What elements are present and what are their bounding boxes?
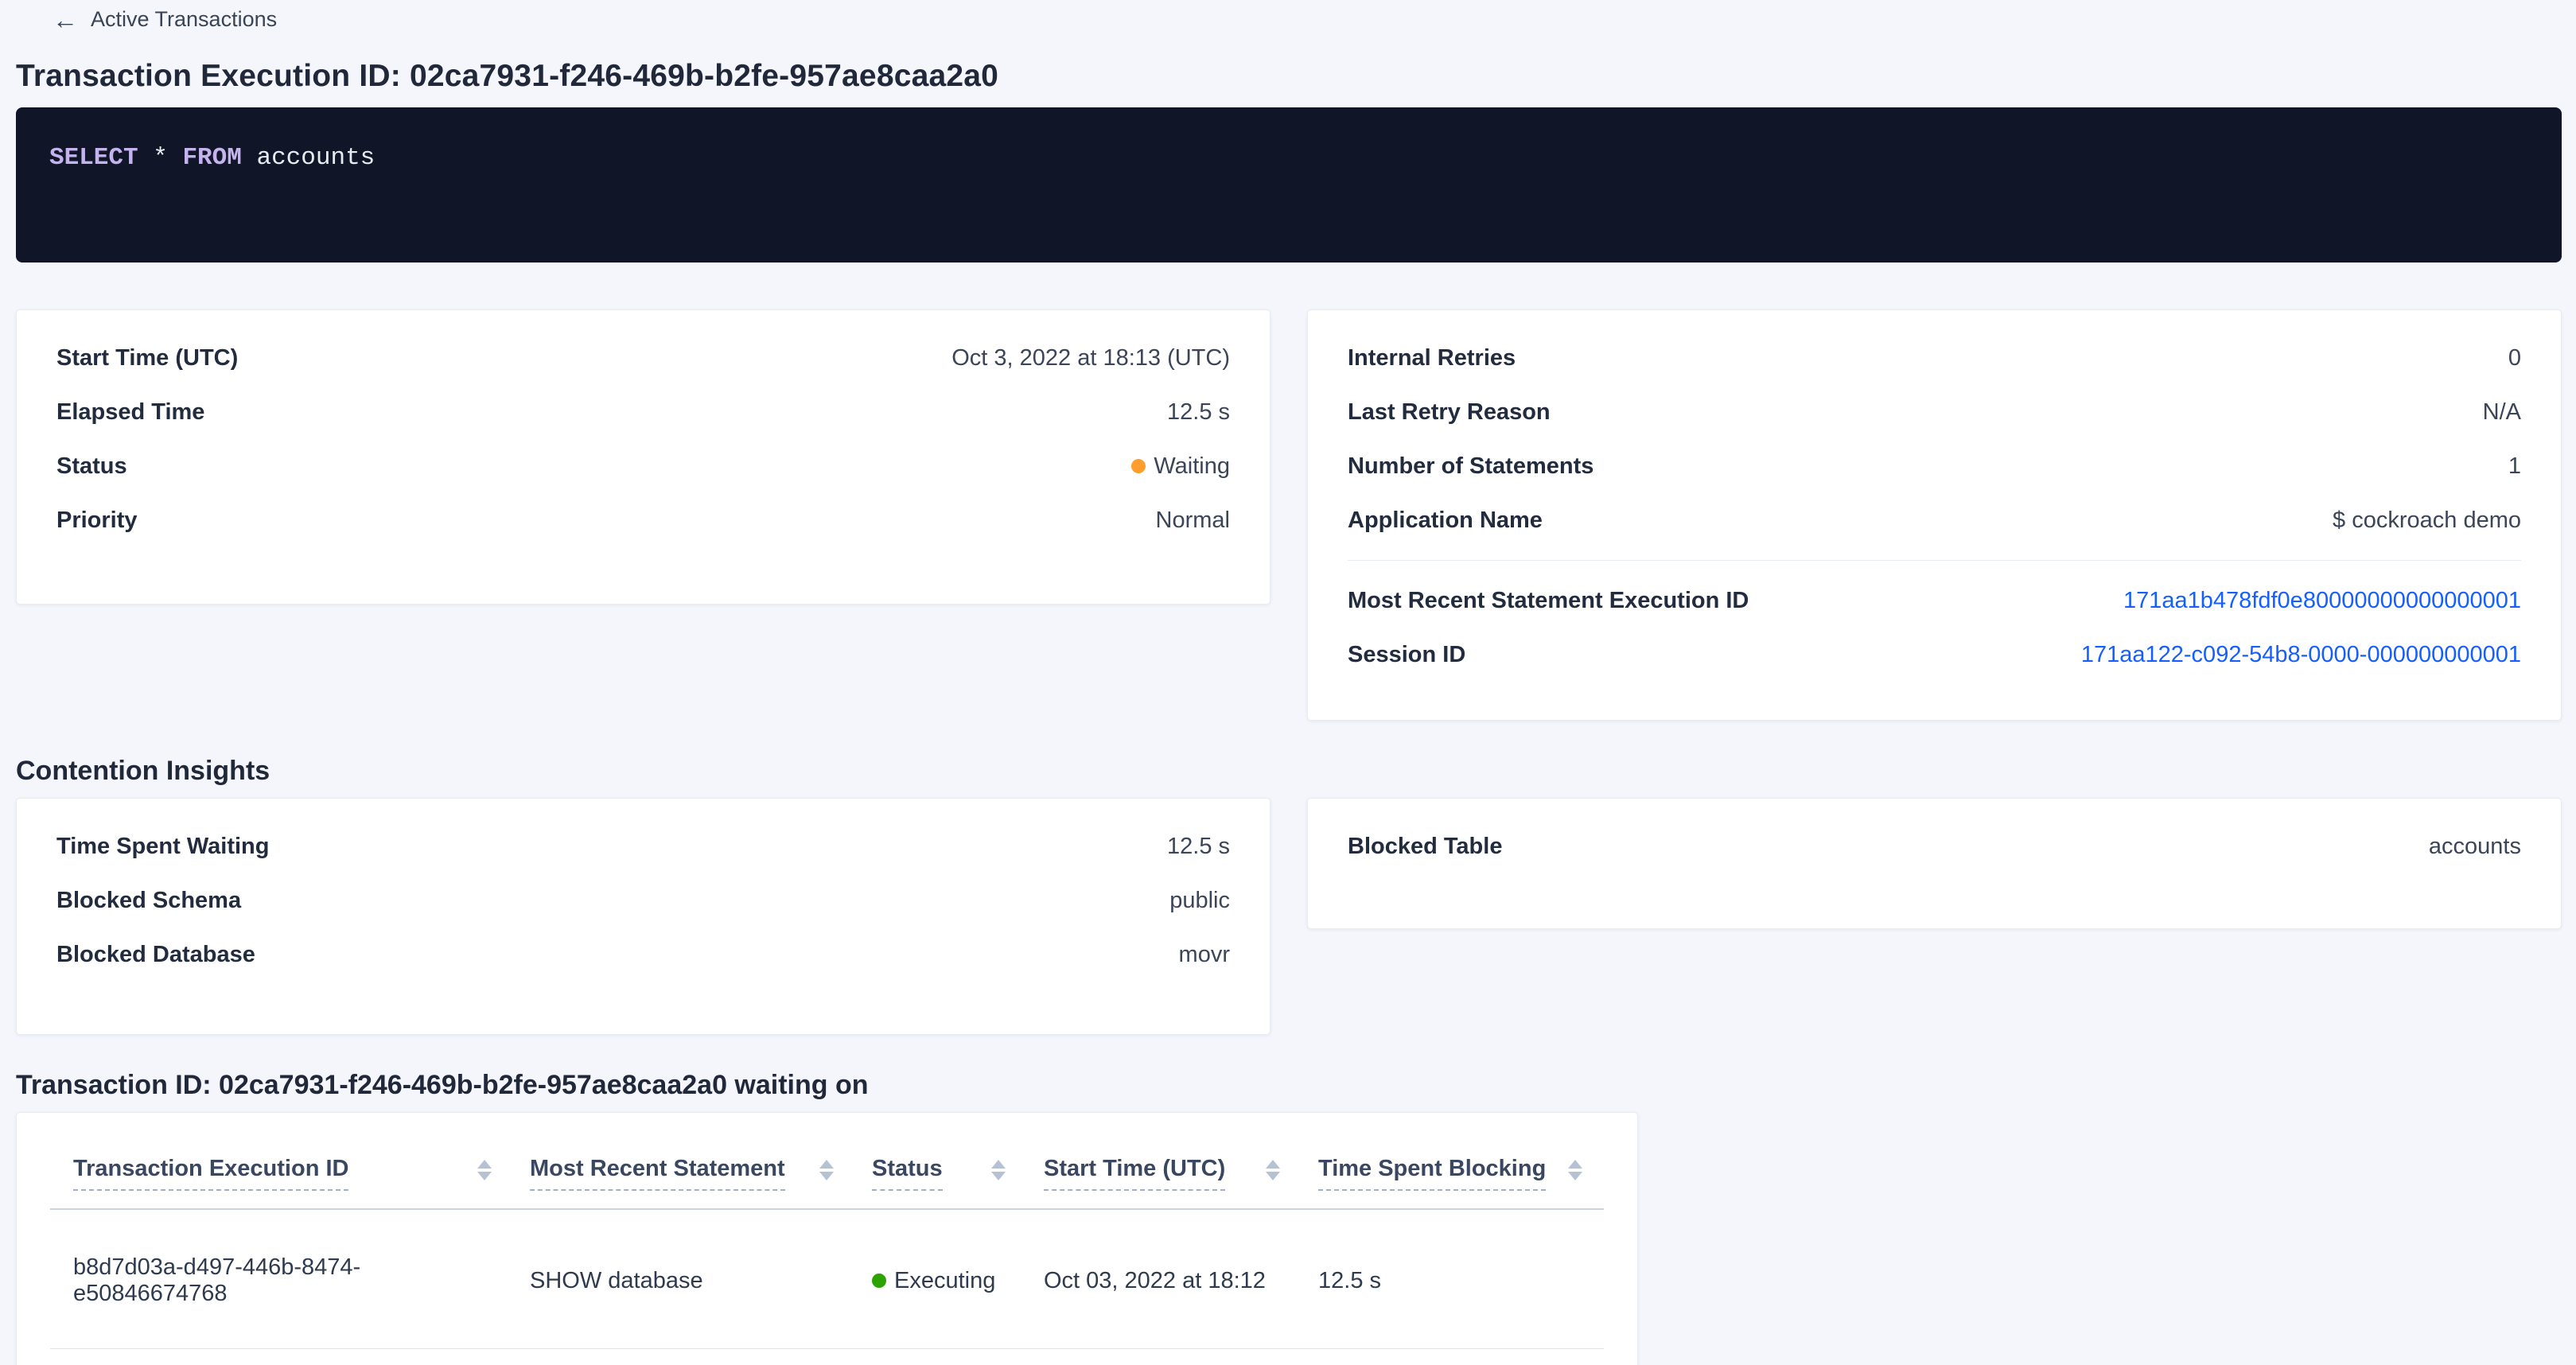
execution-summary-card: Start Time (UTC) Oct 3, 2022 at 18:13 (U… xyxy=(16,309,1270,605)
waiting-transactions-table: Transaction Execution ID Most Recent Sta… xyxy=(16,1112,1638,1365)
time-spent-waiting-row: Time Spent Waiting 12.5 s xyxy=(56,819,1230,873)
status-row: Status Waiting xyxy=(56,439,1230,493)
sort-icon[interactable] xyxy=(819,1160,834,1180)
session-id-link[interactable]: 171aa122-c092-54b8-0000-000000000001 xyxy=(2081,642,2521,668)
arrow-left-icon: ← xyxy=(53,8,78,32)
cell-most-recent-statement: SHOW database xyxy=(530,1268,872,1294)
time-spent-waiting-value: 12.5 s xyxy=(1167,834,1230,860)
internal-retries-row: Internal Retries 0 xyxy=(1348,331,2521,385)
blocked-database-label: Blocked Database xyxy=(56,942,255,968)
last-retry-reason-value: N/A xyxy=(2483,399,2521,426)
table-row-divider xyxy=(50,1348,1604,1349)
blocked-table-row: Blocked Table accounts xyxy=(1348,819,2521,873)
cell-transaction-execution-id: b8d7d03a-d497-446b-8474-e50846674768 xyxy=(73,1254,530,1307)
status-value-text: Waiting xyxy=(1154,453,1230,480)
priority-row: Priority Normal xyxy=(56,493,1230,547)
sort-icon[interactable] xyxy=(991,1160,1006,1180)
status-label: Status xyxy=(56,453,127,480)
sort-icon[interactable] xyxy=(1568,1160,1582,1180)
cell-status: Executing xyxy=(872,1268,1044,1294)
column-header-label: Start Time (UTC) xyxy=(1044,1156,1225,1191)
cell-start-time: Oct 03, 2022 at 18:12 xyxy=(1044,1268,1318,1294)
statement-execution-id-link[interactable]: 171aa1b478fdf0e80000000000000001 xyxy=(2123,588,2521,614)
cell-time-spent-blocking: 12.5 s xyxy=(1318,1268,1621,1294)
blocked-schema-label: Blocked Schema xyxy=(56,888,241,914)
status-value: Waiting xyxy=(1131,453,1230,480)
elapsed-time-row: Elapsed Time 12.5 s xyxy=(56,385,1230,439)
back-link[interactable]: ← Active Transactions xyxy=(53,7,277,32)
back-link-label: Active Transactions xyxy=(91,7,277,32)
contention-insights-heading: Contention Insights xyxy=(16,756,2562,787)
blocked-table-card: Blocked Table accounts xyxy=(1307,798,2562,929)
sql-statement-box: SELECT * FROM accounts xyxy=(16,107,2562,262)
contention-details-card: Time Spent Waiting 12.5 s Blocked Schema… xyxy=(16,798,1270,1035)
status-executing-dot-icon xyxy=(872,1274,886,1288)
number-of-statements-row: Number of Statements 1 xyxy=(1348,439,2521,493)
priority-value: Normal xyxy=(1156,508,1230,534)
sql-star: * xyxy=(138,144,183,172)
summary-cards: Start Time (UTC) Oct 3, 2022 at 18:13 (U… xyxy=(16,309,2562,721)
application-name-value: $ cockroach demo xyxy=(2333,508,2521,534)
sort-icon[interactable] xyxy=(477,1160,492,1180)
page-title: Transaction Execution ID: 02ca7931-f246-… xyxy=(16,59,2562,94)
blocked-schema-row: Blocked Schema public xyxy=(56,873,1230,928)
cell-status-text: Executing xyxy=(894,1268,995,1294)
column-header-label: Transaction Execution ID xyxy=(73,1156,348,1191)
column-header-time-spent-blocking[interactable]: Time Spent Blocking xyxy=(1318,1156,1621,1191)
table-row: b8d7d03a-d497-446b-8474-e50846674768 SHO… xyxy=(17,1210,1637,1307)
blocked-database-row: Blocked Database movr xyxy=(56,928,1230,982)
start-time-row: Start Time (UTC) Oct 3, 2022 at 18:13 (U… xyxy=(56,331,1230,385)
sort-icon[interactable] xyxy=(1266,1160,1280,1180)
number-of-statements-label: Number of Statements xyxy=(1348,453,1593,480)
start-time-value: Oct 3, 2022 at 18:13 (UTC) xyxy=(951,345,1230,371)
blocked-schema-value: public xyxy=(1169,888,1230,914)
application-name-row: Application Name $ cockroach demo xyxy=(1348,493,2521,547)
statement-execution-id-row: Most Recent Statement Execution ID 171aa… xyxy=(1348,574,2521,628)
start-time-label: Start Time (UTC) xyxy=(56,345,238,371)
table-header-row: Transaction Execution ID Most Recent Sta… xyxy=(17,1113,1637,1191)
sql-keyword-from: FROM xyxy=(182,144,241,172)
status-waiting-dot-icon xyxy=(1131,459,1146,473)
time-spent-waiting-label: Time Spent Waiting xyxy=(56,834,269,860)
sql-table-name: accounts xyxy=(242,144,375,172)
internal-retries-value: 0 xyxy=(2508,345,2521,371)
statement-execution-id-label: Most Recent Statement Execution ID xyxy=(1348,588,1749,614)
contention-cards: Time Spent Waiting 12.5 s Blocked Schema… xyxy=(16,798,2562,1035)
sql-statement: SELECT * FROM accounts xyxy=(49,144,375,172)
column-header-transaction-execution-id[interactable]: Transaction Execution ID xyxy=(73,1156,530,1191)
blocked-database-value: movr xyxy=(1179,942,1230,968)
application-name-label: Application Name xyxy=(1348,508,1543,534)
blocked-table-value: accounts xyxy=(2429,834,2521,860)
internal-retries-label: Internal Retries xyxy=(1348,345,1516,371)
transaction-details-page: ← Active Transactions Transaction Execut… xyxy=(0,7,2576,1365)
column-header-label: Status xyxy=(872,1156,943,1191)
card-divider xyxy=(1348,560,2521,561)
column-header-start-time[interactable]: Start Time (UTC) xyxy=(1044,1156,1318,1191)
elapsed-time-value: 12.5 s xyxy=(1167,399,1230,426)
session-id-label: Session ID xyxy=(1348,642,1465,668)
session-id-row: Session ID 171aa122-c092-54b8-0000-00000… xyxy=(1348,628,2521,682)
column-header-status[interactable]: Status xyxy=(872,1156,1044,1191)
column-header-most-recent-statement[interactable]: Most Recent Statement xyxy=(530,1156,872,1191)
column-header-label: Most Recent Statement xyxy=(530,1156,785,1191)
priority-label: Priority xyxy=(56,508,138,534)
last-retry-reason-row: Last Retry Reason N/A xyxy=(1348,385,2521,439)
sql-keyword-select: SELECT xyxy=(49,144,138,172)
number-of-statements-value: 1 xyxy=(2508,453,2521,480)
last-retry-reason-label: Last Retry Reason xyxy=(1348,399,1551,426)
transaction-details-card: Internal Retries 0 Last Retry Reason N/A… xyxy=(1307,309,2562,721)
waiting-on-heading: Transaction ID: 02ca7931-f246-469b-b2fe-… xyxy=(16,1070,2562,1101)
blocked-table-label: Blocked Table xyxy=(1348,834,1502,860)
column-header-label: Time Spent Blocking xyxy=(1318,1156,1546,1191)
elapsed-time-label: Elapsed Time xyxy=(56,399,204,426)
